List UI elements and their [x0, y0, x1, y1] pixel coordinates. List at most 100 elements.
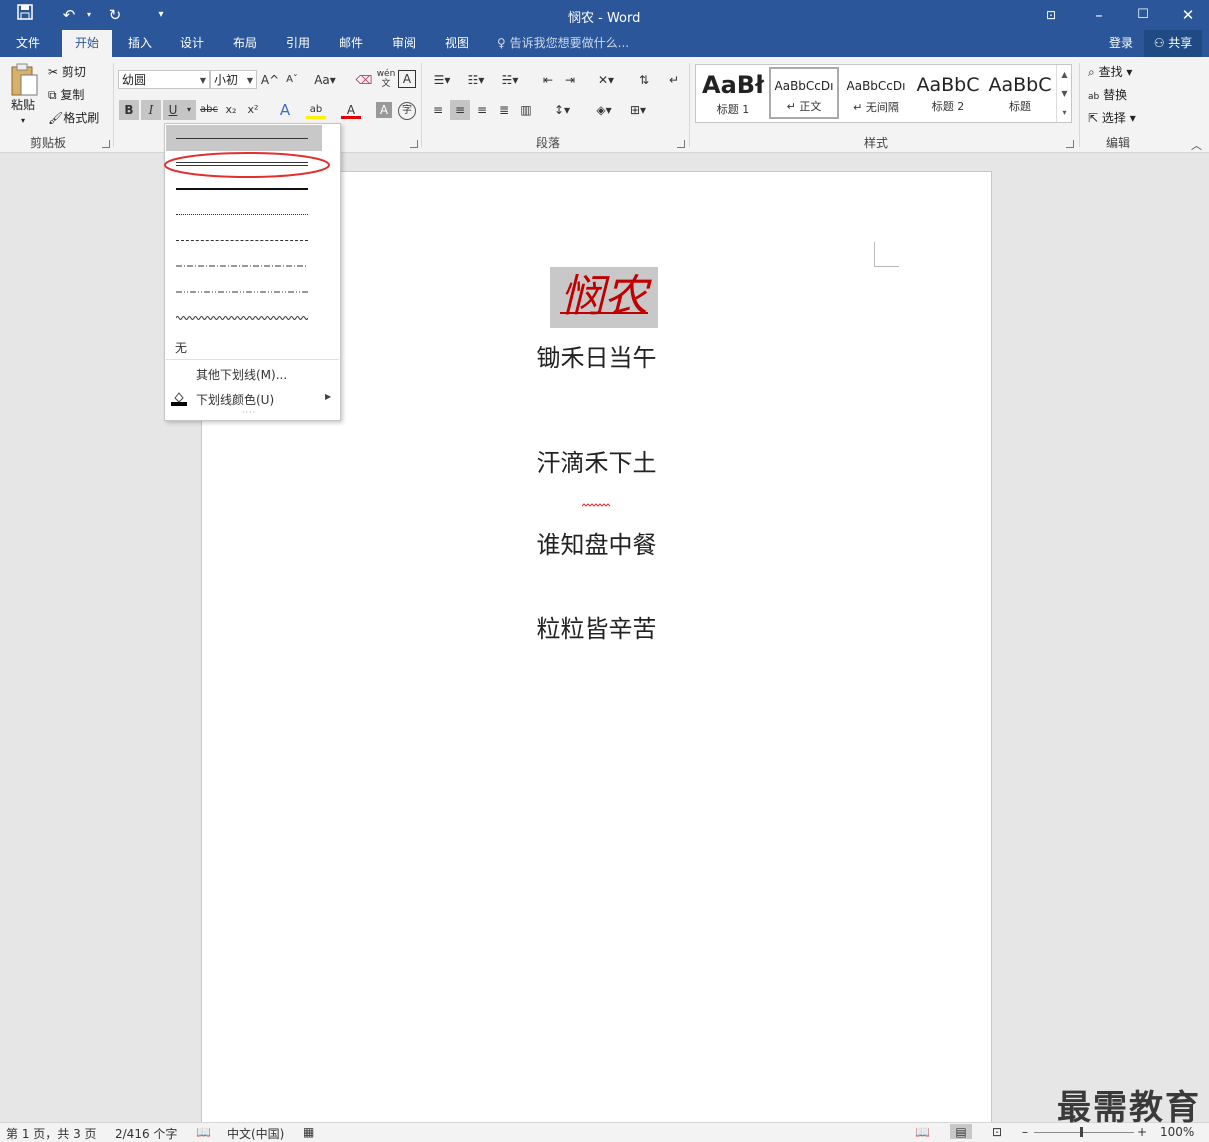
underline-option-dash-dot[interactable]: [166, 256, 322, 278]
word-count[interactable]: 2/416 个字: [115, 1125, 177, 1142]
show-marks-icon[interactable]: ↵: [664, 70, 684, 90]
asian-layout-icon[interactable]: ✕▾: [592, 70, 620, 90]
strikethrough-button[interactable]: abc: [199, 100, 219, 120]
gallery-scroll[interactable]: ▲ ▼ ▾: [1056, 65, 1072, 122]
clipboard-launcher[interactable]: [102, 140, 110, 148]
underline-option-wave[interactable]: [166, 308, 322, 330]
underline-option-single[interactable]: [166, 125, 322, 151]
tell-me-box[interactable]: ♀ 告诉我您想要做什么...: [497, 30, 637, 57]
font-color-icon[interactable]: A: [341, 100, 361, 119]
superscript-button[interactable]: x²: [243, 100, 263, 120]
tab-references[interactable]: 引用: [276, 30, 320, 57]
text-effects-icon[interactable]: A: [275, 100, 295, 120]
bold-button[interactable]: B: [119, 100, 139, 120]
replace-button[interactable]: ab 替换: [1088, 85, 1127, 105]
tab-layout[interactable]: 布局: [223, 30, 267, 57]
tab-review[interactable]: 审阅: [382, 30, 426, 57]
font-launcher[interactable]: [410, 140, 418, 148]
style-heading1[interactable]: AaBł 标题 1: [698, 67, 768, 119]
ribbon-display-icon[interactable]: ⊡: [1040, 4, 1062, 26]
grow-font-icon[interactable]: A^: [260, 70, 280, 90]
minimize-icon[interactable]: –: [1088, 4, 1110, 26]
select-button[interactable]: ⇱ 选择 ▾: [1088, 108, 1136, 128]
tab-view[interactable]: 视图: [435, 30, 479, 57]
underline-button[interactable]: U: [163, 100, 183, 120]
resize-grip[interactable]: ····: [242, 408, 256, 417]
find-button[interactable]: ⌕ 查找 ▾: [1088, 62, 1132, 82]
more-underlines-item[interactable]: 其他下划线(M)...: [196, 366, 287, 383]
style-no-spacing[interactable]: AaBbCcDı ↵ 无间隔: [841, 67, 911, 119]
zoom-slider[interactable]: [1034, 1132, 1134, 1133]
undo-dropdown-icon[interactable]: ▾: [78, 4, 100, 26]
chevron-down-icon[interactable]: ▼: [1057, 84, 1072, 103]
char-shading-icon[interactable]: A: [376, 102, 392, 118]
font-size-combo[interactable]: 小初 ▼: [210, 70, 257, 89]
read-mode-icon[interactable]: 📖: [915, 1125, 930, 1139]
font-name-combo[interactable]: 幼圆 ▼: [118, 70, 210, 89]
enclose-char-icon[interactable]: 字: [398, 102, 416, 120]
shading-icon[interactable]: ◈▾: [590, 100, 618, 120]
login-link[interactable]: 登录: [1104, 30, 1138, 57]
clear-format-icon[interactable]: ⌫: [354, 70, 374, 90]
distributed-icon[interactable]: ▥: [516, 100, 536, 120]
redo-icon[interactable]: ↻: [104, 4, 126, 26]
customize-qat-icon[interactable]: ▾: [150, 4, 172, 26]
highlight-icon[interactable]: ab: [306, 100, 326, 119]
collapse-ribbon-icon[interactable]: ︿: [1191, 137, 1202, 153]
close-icon[interactable]: ✕: [1177, 4, 1199, 26]
decrease-indent-icon[interactable]: ⇤: [538, 70, 558, 90]
subscript-button[interactable]: x₂: [221, 100, 241, 120]
styles-launcher[interactable]: [1066, 140, 1074, 148]
tab-insert[interactable]: 插入: [118, 30, 162, 57]
shrink-font-icon[interactable]: Aˇ: [282, 70, 302, 90]
language[interactable]: 中文(中国): [227, 1125, 284, 1142]
justify-icon[interactable]: ≣: [494, 100, 514, 120]
change-case-icon[interactable]: Aa▾: [310, 70, 340, 90]
zoom-out-icon[interactable]: –: [1022, 1125, 1028, 1139]
paragraph-launcher[interactable]: [677, 140, 685, 148]
paste-icon[interactable]: [9, 63, 39, 99]
style-normal[interactable]: AaBbCcDı ↵ 正文: [769, 67, 839, 119]
sort-icon[interactable]: ⇅: [634, 70, 654, 90]
multilevel-list-icon[interactable]: ☵▾: [496, 70, 524, 90]
page-count[interactable]: 第 1 页，共 3 页: [6, 1125, 97, 1142]
underline-dropdown-icon[interactable]: ▾: [182, 100, 196, 120]
cut-button[interactable]: ✂ 剪切: [48, 62, 86, 82]
web-layout-icon[interactable]: ⊡: [992, 1125, 1002, 1139]
style-title[interactable]: AaBbC 标题: [985, 67, 1055, 119]
underline-option-dashed[interactable]: [166, 230, 322, 252]
numbering-icon[interactable]: ☷▾: [462, 70, 490, 90]
maximize-icon[interactable]: ☐: [1132, 4, 1154, 26]
align-right-icon[interactable]: ≡: [472, 100, 492, 120]
tab-mailings[interactable]: 邮件: [329, 30, 373, 57]
borders-icon[interactable]: ⊞▾: [624, 100, 652, 120]
title-selection[interactable]: 悯农: [550, 267, 658, 328]
undo-icon[interactable]: ↶: [58, 4, 80, 26]
italic-button[interactable]: I: [141, 100, 161, 120]
save-icon[interactable]: [14, 4, 36, 26]
macro-icon[interactable]: ▦: [303, 1125, 314, 1139]
increase-indent-icon[interactable]: ⇥: [560, 70, 580, 90]
underline-option-none[interactable]: 无: [175, 339, 187, 356]
more-icon[interactable]: ▾: [1057, 103, 1072, 122]
line-spacing-icon[interactable]: ↕▾: [548, 100, 576, 120]
proofing-icon[interactable]: 📖: [196, 1125, 211, 1139]
style-heading2[interactable]: AaBbC 标题 2: [913, 67, 983, 119]
tab-design[interactable]: 设计: [170, 30, 214, 57]
phonetic-guide-icon[interactable]: wén 文: [376, 69, 396, 89]
bullets-icon[interactable]: ☰▾: [428, 70, 456, 90]
align-center-icon[interactable]: ≡: [450, 100, 470, 120]
format-painter-button[interactable]: 🖌格式刷: [48, 108, 99, 128]
tab-home[interactable]: 开始: [62, 30, 112, 57]
print-layout-icon[interactable]: ▤: [950, 1124, 972, 1139]
paste-dropdown-icon[interactable]: ▾: [21, 111, 25, 131]
char-border-icon[interactable]: A: [398, 70, 416, 88]
underline-color-item[interactable]: 下划线颜色(U): [196, 391, 274, 408]
underline-option-dotted[interactable]: [166, 204, 322, 226]
chevron-up-icon[interactable]: ▲: [1057, 65, 1072, 84]
share-button[interactable]: ⚇ 共享: [1144, 30, 1202, 57]
underline-option-dash-dot-dot[interactable]: [166, 282, 322, 304]
underline-option-thick[interactable]: [166, 178, 322, 200]
align-left-icon[interactable]: ≡: [428, 100, 448, 120]
tab-file[interactable]: 文件: [4, 30, 52, 57]
